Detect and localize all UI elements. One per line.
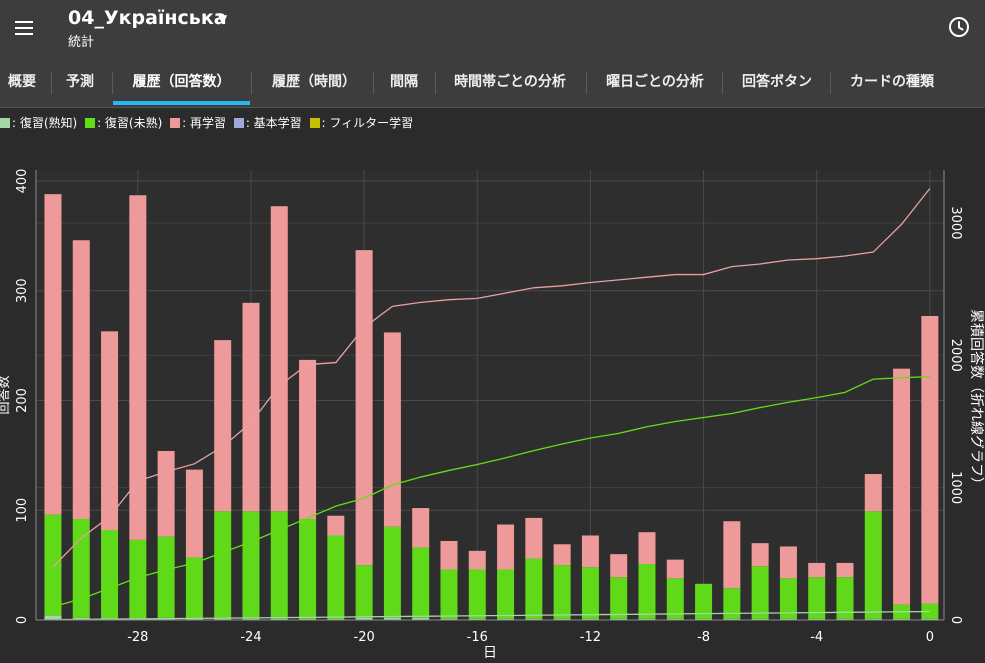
x-tick-label: -24 [240, 630, 261, 645]
review-count-chart[interactable]: -28 -24 -20 -16 -12 -8 -4 0 0 100 200 300 400 0 1000 20… [0, 0, 985, 663]
bar-young [553, 565, 571, 619]
bar-young [638, 564, 656, 619]
bar-young [723, 588, 741, 619]
bar-relearn [893, 368, 911, 605]
bar-relearn [157, 450, 175, 537]
bar-relearn [440, 540, 458, 570]
bar-relearn [327, 515, 345, 536]
bar-relearn [751, 543, 769, 567]
bar-relearn [864, 474, 882, 512]
x-tick-label: -28 [127, 630, 148, 645]
x-tick-label: -4 [810, 630, 823, 645]
bar-relearn [723, 521, 741, 589]
y-axis-label: 回答数 [0, 375, 12, 414]
bar-relearn [836, 562, 854, 578]
bar-young [581, 567, 599, 619]
bar-young [666, 578, 684, 619]
bar-young [864, 511, 882, 619]
y2-axis-label: 累積回答数（折れ線グラフ） [968, 309, 985, 491]
bar-relearn [779, 546, 797, 579]
x-tick-label: -16 [467, 630, 488, 645]
y-tick-label: 0 [15, 616, 30, 624]
bar-relearn [72, 240, 90, 520]
bar-young [327, 535, 345, 619]
y2-tick-label: 3000 [948, 206, 963, 239]
bar-relearn [581, 535, 599, 568]
x-tick-label: -20 [354, 630, 375, 645]
bar-relearn [525, 517, 543, 559]
bar-young [157, 536, 175, 618]
bar-young [185, 557, 203, 619]
bar-young [610, 577, 628, 619]
bar-young [440, 569, 458, 619]
bar-young [44, 514, 62, 616]
y-tick-label: 100 [15, 498, 30, 523]
bar-young [299, 519, 317, 619]
y2-tick-label: 2000 [948, 339, 963, 372]
bar-young [383, 526, 401, 618]
y-tick-label: 400 [15, 169, 30, 194]
bar-young [242, 511, 260, 619]
y2-tick-label: 1000 [948, 471, 963, 504]
bar-young [468, 569, 486, 619]
bar-relearn [214, 340, 232, 512]
bar-relearn [101, 331, 119, 530]
bar-young [751, 566, 769, 619]
bar-relearn [666, 559, 684, 579]
bar-young [497, 569, 515, 619]
bar-relearn [242, 302, 260, 512]
bar-relearn [497, 524, 515, 570]
x-tick-label: -12 [580, 630, 601, 645]
bar-relearn [638, 532, 656, 565]
x-axis-label: 日 [483, 645, 497, 661]
y-tick-label: 200 [15, 388, 30, 413]
bar-relearn [270, 206, 288, 512]
bar-relearn [468, 550, 486, 570]
x-tick-label: -8 [697, 630, 710, 645]
bar-young [525, 558, 543, 619]
bar-relearn [355, 250, 373, 566]
bar-young [355, 565, 373, 618]
bar-relearn [412, 508, 430, 548]
bar-relearn [299, 359, 317, 520]
bar-relearn [383, 332, 401, 527]
bar-relearn [44, 194, 62, 515]
y-tick-label: 300 [15, 278, 30, 303]
bar-young [214, 511, 232, 619]
x-tick-label: 0 [926, 630, 934, 645]
bar-relearn [921, 315, 939, 604]
bar-young [101, 530, 119, 619]
bar-relearn [808, 562, 826, 578]
bar-relearn [185, 469, 203, 558]
bar-relearn [553, 544, 571, 566]
y2-tick-label: 0 [948, 616, 963, 624]
bar-young [412, 547, 430, 618]
bar-relearn [610, 554, 628, 578]
